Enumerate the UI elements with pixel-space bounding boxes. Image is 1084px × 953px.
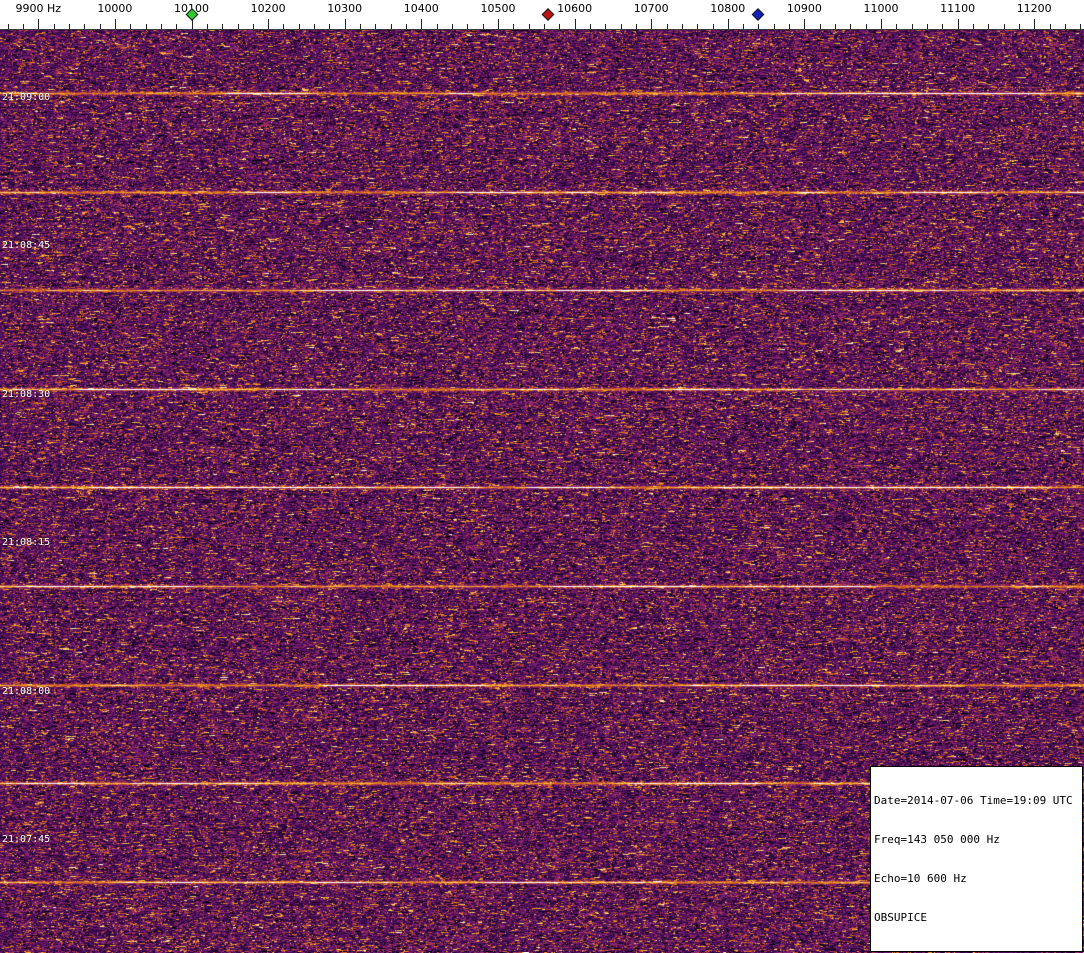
- freq-minor-tick: [145, 24, 147, 29]
- freq-minor-tick: [911, 24, 913, 29]
- freq-minor-tick: [865, 24, 867, 29]
- freq-minor-tick: [819, 24, 821, 29]
- freq-minor-tick: [605, 24, 607, 29]
- freq-major-tick: [651, 19, 653, 29]
- freq-minor-tick: [237, 24, 239, 29]
- freq-minor-tick: [896, 24, 898, 29]
- freq-minor-tick: [283, 24, 285, 29]
- freq-minor-tick: [927, 24, 928, 29]
- freq-minor-tick: [84, 24, 86, 29]
- freq-minor-tick: [360, 24, 362, 29]
- freq-minor-tick: [160, 24, 162, 29]
- freq-minor-tick: [7, 24, 9, 29]
- freq-tick-label: 11000: [863, 2, 899, 15]
- freq-tick-label: 11200: [1016, 2, 1052, 15]
- freq-minor-tick: [390, 24, 392, 29]
- freq-major-tick: [268, 19, 270, 29]
- freq-major-tick: [804, 19, 806, 29]
- freq-minor-tick: [298, 24, 300, 29]
- freq-minor-tick: [176, 24, 178, 29]
- time-axis-label: 21:08:30: [2, 389, 51, 400]
- freq-major-tick: [881, 19, 882, 29]
- freq-minor-tick: [482, 24, 484, 29]
- time-axis-label: 21:08:00: [2, 686, 51, 697]
- freq-major-tick: [498, 19, 499, 29]
- observation-info-box: Date=2014-07-06 Time=19:09 UTC Freq=143 …: [870, 766, 1083, 952]
- freq-minor-tick: [436, 24, 438, 29]
- freq-minor-tick: [773, 24, 775, 29]
- freq-minor-tick: [635, 24, 637, 29]
- freq-minor-tick: [972, 24, 974, 29]
- blue-diamond-marker[interactable]: [752, 8, 765, 21]
- freq-minor-tick: [835, 24, 836, 29]
- freq-minor-tick: [789, 24, 791, 29]
- red-diamond-marker[interactable]: [541, 8, 555, 21]
- info-station: OBSUPICE: [874, 911, 927, 924]
- freq-minor-tick: [1064, 24, 1066, 29]
- freq-minor-tick: [406, 24, 407, 29]
- time-axis-label: 21:08:15: [2, 537, 51, 548]
- freq-minor-tick: [329, 24, 331, 29]
- freq-tick-label: 10600: [557, 2, 593, 15]
- freq-minor-tick: [452, 24, 453, 29]
- freq-tick-label: 10200: [250, 2, 286, 15]
- freq-tick-label: 10300: [327, 2, 363, 15]
- freq-minor-tick: [712, 24, 714, 29]
- freq-tick-label: 9900 Hz: [15, 2, 62, 15]
- freq-minor-tick: [1003, 24, 1005, 29]
- freq-minor-tick: [697, 24, 699, 29]
- freq-tick-label: 10400: [403, 2, 439, 15]
- freq-tick-label: 10800: [710, 2, 746, 15]
- spectrogram-app: 9900 Hz100001010010200103001040010500106…: [0, 0, 1084, 953]
- frequency-ruler[interactable]: 9900 Hz100001010010200103001040010500106…: [0, 0, 1084, 30]
- freq-minor-tick: [222, 24, 224, 29]
- freq-minor-tick: [1049, 24, 1051, 29]
- freq-major-tick: [1034, 19, 1036, 29]
- freq-major-tick: [727, 19, 729, 29]
- freq-major-tick: [421, 19, 423, 29]
- freq-minor-tick: [53, 24, 55, 29]
- freq-major-tick: [38, 19, 40, 29]
- info-frequency: Freq=143 050 000 Hz: [874, 833, 1000, 846]
- info-echo: Echo=10 600 Hz: [874, 872, 967, 885]
- freq-minor-tick: [543, 24, 545, 29]
- freq-tick-label: 10700: [633, 2, 669, 15]
- waterfall-display: 21:09:00 21:08:45 21:08:30 21:08:15 21:08:00…: [0, 30, 1084, 953]
- freq-minor-tick: [528, 24, 530, 29]
- time-axis-label: 21:07:45: [2, 834, 51, 845]
- freq-tick-label: 10500: [480, 2, 516, 15]
- freq-minor-tick: [314, 24, 316, 29]
- freq-minor-tick: [620, 24, 622, 29]
- freq-major-tick: [957, 19, 959, 29]
- freq-minor-tick: [942, 24, 944, 29]
- freq-major-tick: [574, 19, 576, 29]
- freq-minor-tick: [988, 24, 990, 29]
- freq-minor-tick: [252, 24, 254, 29]
- freq-minor-tick: [758, 24, 760, 29]
- freq-minor-tick: [68, 24, 70, 29]
- time-axis-label: 21:08:45: [2, 240, 51, 251]
- freq-minor-tick: [130, 24, 132, 29]
- freq-tick-label: 10000: [97, 2, 133, 15]
- freq-minor-tick: [559, 24, 561, 29]
- freq-minor-tick: [1018, 24, 1020, 29]
- freq-minor-tick: [743, 24, 745, 29]
- freq-minor-tick: [23, 24, 24, 29]
- info-date-time: Date=2014-07-06 Time=19:09 UTC: [874, 794, 1073, 807]
- freq-tick-label: 11100: [940, 2, 976, 15]
- freq-minor-tick: [375, 24, 377, 29]
- freq-major-tick: [344, 19, 346, 29]
- freq-minor-tick: [666, 24, 668, 29]
- freq-minor-tick: [99, 24, 101, 29]
- freq-minor-tick: [850, 24, 852, 29]
- freq-minor-tick: [513, 24, 515, 29]
- freq-minor-tick: [206, 24, 208, 29]
- freq-tick-label: 10900: [786, 2, 822, 15]
- freq-major-tick: [114, 19, 116, 29]
- freq-minor-tick: [467, 24, 469, 29]
- time-axis-label: 21:09:00: [2, 92, 51, 103]
- freq-minor-tick: [681, 24, 683, 29]
- freq-minor-tick: [589, 24, 591, 29]
- freq-minor-tick: [1080, 24, 1082, 29]
